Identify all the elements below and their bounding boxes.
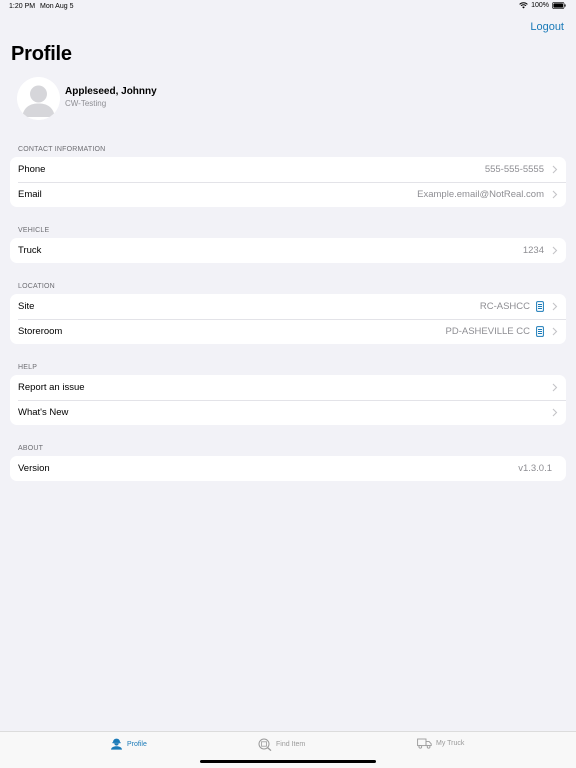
version-label: Version — [18, 463, 50, 474]
report-issue-label: Report an issue — [18, 382, 85, 393]
home-indicator — [200, 760, 376, 763]
tab-my-truck[interactable]: My Truck — [417, 738, 464, 749]
report-issue-accessory — [544, 383, 558, 392]
tab-profile-label: Profile — [127, 740, 147, 748]
tab-bar: Profile Find Item My Truck — [0, 731, 576, 768]
page-title: Profile — [11, 43, 72, 65]
profile-icon — [111, 738, 122, 750]
battery-icon — [552, 2, 566, 9]
scan-icon[interactable] — [536, 326, 544, 337]
scan-icon[interactable] — [536, 301, 544, 312]
status-indicators: 100% — [519, 2, 566, 9]
truck-label: Truck — [18, 245, 42, 256]
truck-value: 1234 — [523, 245, 558, 256]
vehicle-group: Truck 1234 — [10, 238, 566, 263]
section-header-location: LOCATION — [18, 283, 55, 290]
find-item-icon — [258, 738, 272, 751]
avatar — [17, 77, 60, 120]
phone-row[interactable]: Phone 555-555-5555 — [10, 157, 566, 182]
phone-value: 555-555-5555 — [485, 164, 558, 175]
chevron-right-icon — [552, 408, 558, 417]
tab-profile[interactable]: Profile — [110, 738, 147, 750]
chevron-right-icon — [552, 246, 558, 255]
version-row: Version v1.3.0.1 — [10, 456, 566, 481]
storeroom-value: PD-ASHEVILLE CC — [446, 326, 558, 337]
battery-percent: 100% — [531, 2, 549, 9]
phone-label: Phone — [18, 164, 46, 175]
contact-group: Phone 555-555-5555 Email Example.email@N… — [10, 157, 566, 207]
version-value: v1.3.0.1 — [518, 463, 552, 474]
chevron-right-icon — [552, 190, 558, 199]
email-label: Email — [18, 189, 42, 200]
status-bar: 1:20 PM Mon Aug 5 100% — [0, 0, 576, 14]
section-header-help: HELP — [18, 364, 38, 371]
storeroom-value-text: PD-ASHEVILLE CC — [445, 326, 530, 337]
whats-new-accessory — [544, 408, 558, 417]
logout-button[interactable]: Logout — [530, 21, 564, 33]
email-value: Example.email@NotReal.com — [417, 189, 558, 200]
location-group: Site RC-ASHCC Storeroom PD-ASHEVILLE CC — [10, 294, 566, 344]
user-name: Appleseed, Johnny — [65, 86, 157, 97]
help-group: Report an issue What's New — [10, 375, 566, 425]
storeroom-row[interactable]: Storeroom PD-ASHEVILLE CC — [10, 319, 566, 344]
tab-find-item[interactable]: Find Item — [258, 738, 305, 751]
chevron-right-icon — [552, 165, 558, 174]
site-row[interactable]: Site RC-ASHCC — [10, 294, 566, 319]
status-time: 1:20 PM — [9, 3, 36, 10]
tab-find-item-label: Find Item — [276, 741, 306, 748]
email-row[interactable]: Email Example.email@NotReal.com — [10, 182, 566, 207]
tab-my-truck-label: My Truck — [436, 740, 465, 747]
chevron-right-icon — [552, 302, 558, 311]
phone-value-text: 555-555-5555 — [484, 164, 544, 175]
user-subtitle: CW-Testing — [65, 99, 107, 108]
person-placeholder-icon — [17, 77, 60, 120]
wifi-icon — [519, 2, 528, 9]
section-header-vehicle: VEHICLE — [18, 227, 50, 234]
about-group: Version v1.3.0.1 — [10, 456, 566, 481]
truck-icon — [417, 738, 432, 749]
storeroom-label: Storeroom — [18, 326, 63, 337]
section-header-contact: CONTACT INFORMATION — [18, 146, 106, 153]
truck-value-text: 1234 — [522, 245, 544, 256]
chevron-right-icon — [552, 327, 558, 336]
truck-row[interactable]: Truck 1234 — [10, 238, 566, 263]
site-value: RC-ASHCC — [480, 301, 558, 312]
chevron-right-icon — [552, 383, 558, 392]
status-date: Mon Aug 5 — [40, 3, 74, 10]
whats-new-label: What's New — [18, 407, 69, 418]
section-header-about: ABOUT — [18, 445, 44, 452]
whats-new-row[interactable]: What's New — [10, 400, 566, 425]
email-value-text: Example.email@NotReal.com — [417, 189, 544, 200]
site-value-text: RC-ASHCC — [479, 301, 530, 312]
report-issue-row[interactable]: Report an issue — [10, 375, 566, 400]
site-label: Site — [18, 301, 35, 312]
